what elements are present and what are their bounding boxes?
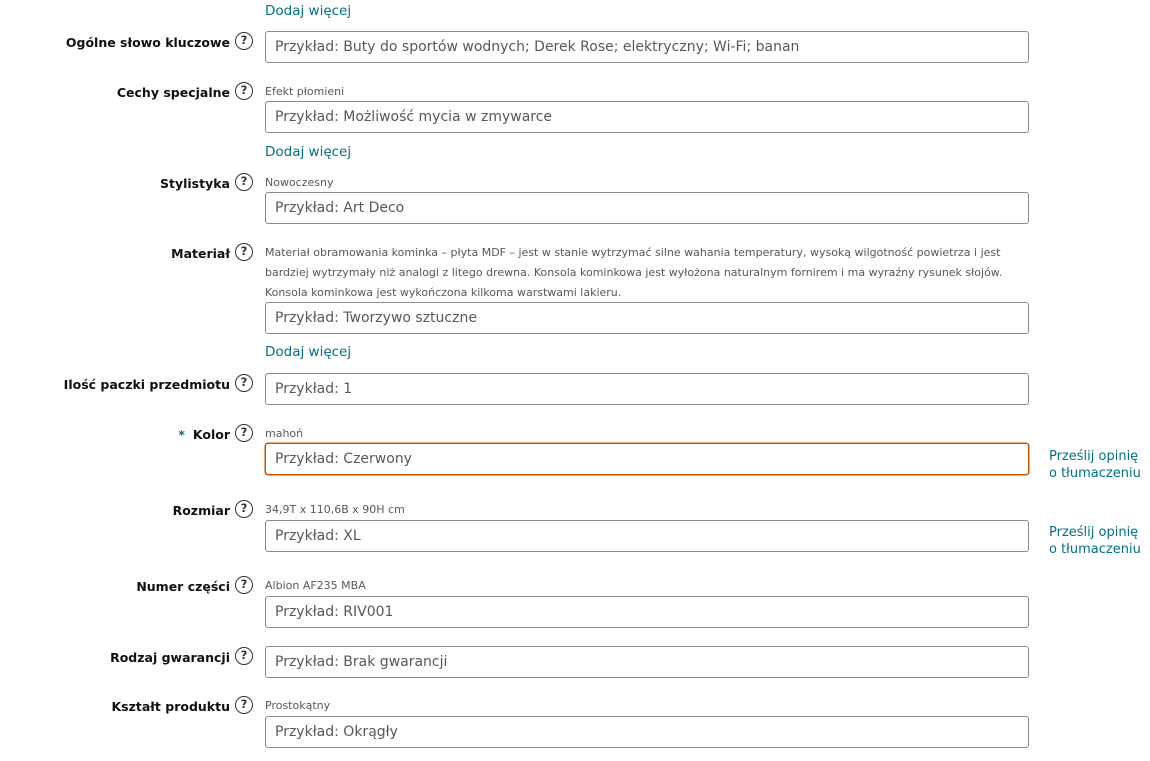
- product-details-form: Dodaj więcej Ogólne słowo kluczowe ? Cec…: [0, 0, 1150, 761]
- size-help-icon[interactable]: ?: [235, 500, 253, 518]
- material-label: Materiał: [171, 246, 230, 261]
- size-input[interactable]: [265, 520, 1029, 552]
- style-help-icon[interactable]: ?: [235, 173, 253, 191]
- color-translation-feedback-link[interactable]: Prześlij opinię o tłumaczeniu: [1049, 448, 1141, 482]
- package-qty-input[interactable]: [265, 373, 1029, 405]
- shape-help-icon[interactable]: ?: [235, 696, 253, 714]
- shape-input[interactable]: [265, 716, 1029, 748]
- feedback-line-1: Prześlij opinię: [1049, 525, 1139, 540]
- style-input[interactable]: [265, 192, 1029, 224]
- warranty-type-help-icon[interactable]: ?: [235, 647, 253, 665]
- special-features-help-icon[interactable]: ?: [235, 82, 253, 100]
- package-qty-label: Ilość paczki przedmiotu: [63, 377, 230, 392]
- shape-current-value: Prostokątny: [265, 699, 331, 712]
- material-input[interactable]: [265, 302, 1029, 334]
- special-features-label: Cechy specjalne: [116, 85, 230, 100]
- special-features-current-value: Efekt płomieni: [265, 85, 345, 98]
- part-number-input[interactable]: [265, 596, 1029, 628]
- color-current-value: mahoń: [265, 427, 304, 440]
- part-number-label: Numer części: [136, 579, 230, 594]
- add-more-link-top[interactable]: Dodaj więcej: [265, 3, 351, 19]
- special-features-input[interactable]: [265, 101, 1029, 133]
- material-help-icon[interactable]: ?: [235, 243, 253, 261]
- color-help-icon[interactable]: ?: [235, 424, 253, 442]
- package-qty-help-icon[interactable]: ?: [235, 374, 253, 392]
- material-current-value: Materiał obramowania kominka – płyta MDF…: [265, 246, 1003, 299]
- required-mark: *: [178, 427, 185, 442]
- keyword-input[interactable]: [265, 31, 1029, 63]
- warranty-type-input[interactable]: [265, 646, 1029, 678]
- size-label: Rozmiar: [172, 503, 230, 518]
- color-label-text: Kolor: [192, 427, 230, 442]
- feedback-line-1: Prześlij opinię: [1049, 449, 1139, 464]
- style-current-value: Nowoczesny: [265, 176, 334, 189]
- warranty-type-label: Rodzaj gwarancji: [110, 650, 230, 665]
- special-features-add-more-link[interactable]: Dodaj więcej: [265, 144, 351, 160]
- feedback-line-2: o tłumaczeniu: [1049, 466, 1141, 481]
- part-number-current-value: Albion AF235 MBA: [265, 579, 366, 592]
- keyword-label: Ogólne słowo kluczowe: [65, 35, 230, 50]
- style-label: Stylistyka: [159, 176, 230, 191]
- feedback-line-2: o tłumaczeniu: [1049, 542, 1141, 557]
- part-number-help-icon[interactable]: ?: [235, 576, 253, 594]
- keyword-help-icon[interactable]: ?: [235, 32, 253, 50]
- shape-label: Kształt produktu: [111, 699, 230, 714]
- size-translation-feedback-link[interactable]: Prześlij opinię o tłumaczeniu: [1049, 524, 1141, 558]
- material-add-more-link[interactable]: Dodaj więcej: [265, 344, 351, 360]
- color-label: * Kolor: [178, 427, 230, 442]
- size-current-value: 34,9T x 110,6B x 90H cm: [265, 503, 405, 516]
- color-input[interactable]: [265, 443, 1029, 475]
